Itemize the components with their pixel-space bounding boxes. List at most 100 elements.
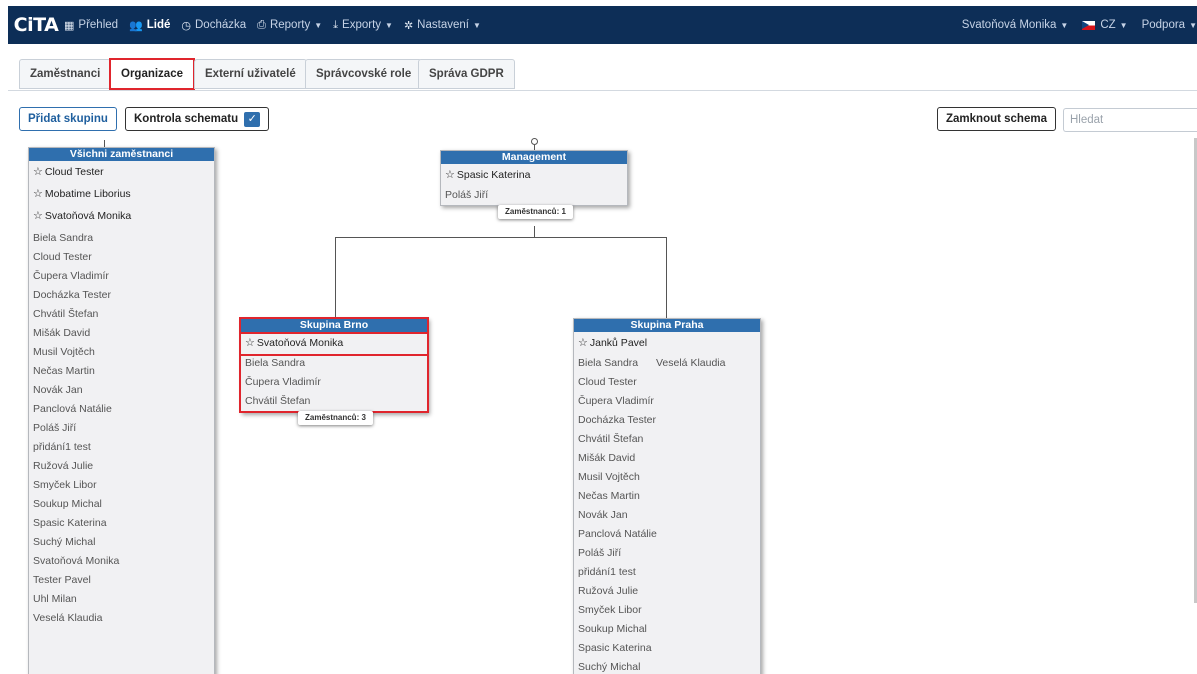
grid-icon: ▦	[64, 19, 75, 32]
group-member-row[interactable]: Svatoňová Monika	[29, 552, 214, 571]
group-member-row[interactable]: Chvátil Štefan	[574, 430, 760, 449]
person-name: Nečas Martin	[578, 490, 640, 502]
connector-pin	[531, 138, 538, 145]
person-name: Mobatime Liborius	[44, 188, 131, 200]
nav-item-lide[interactable]: 👥 Lidé	[129, 19, 170, 32]
tab-spravcovske-role[interactable]: Správcovské role	[305, 59, 423, 89]
group-member-row[interactable]: Biela Sandra	[29, 229, 214, 248]
gear-icon: ✲	[403, 19, 414, 32]
highlight-box	[239, 354, 429, 413]
nav-item-prehled[interactable]: ▦ Přehled	[64, 19, 118, 32]
group-member-row[interactable]: Novák Jan	[574, 506, 760, 525]
lock-schema-button[interactable]: Zamknout schema	[937, 107, 1056, 131]
person-name: Janků Pavel	[589, 337, 648, 349]
tab-externi-uzivatele[interactable]: Externí uživatelé	[194, 59, 307, 89]
group-member-row[interactable]: Mišák David	[29, 324, 214, 343]
person-name: přidání1 test	[33, 441, 91, 453]
person-name: Soukup Michal	[578, 623, 647, 635]
app-logo[interactable]: CiTA	[8, 6, 64, 44]
group-member-row[interactable]: Spasic Katerina	[29, 514, 214, 533]
group-member-row[interactable]: Musil Vojtěch	[29, 343, 214, 362]
group-panel-all-employees[interactable]: Všichni zaměstnanci ☆ Cloud Tester ☆ Mobati…	[28, 147, 215, 674]
group-title: Management	[441, 151, 627, 164]
person-name: Musil Vojtěch	[33, 346, 95, 358]
add-group-button[interactable]: Přidat skupinu	[19, 107, 117, 131]
group-member-row[interactable]: Spasic Katerina	[574, 639, 760, 658]
section-tabs: Zaměstnanci Organizace Externí uživatelé…	[8, 52, 1197, 91]
star-icon: ☆	[33, 188, 43, 200]
group-member-row[interactable]: Uhl Milan	[29, 590, 214, 609]
group-lead-row[interactable]: ☆ Cloud Tester	[29, 161, 214, 183]
group-member-row[interactable]: Poláš Jiří	[441, 186, 627, 205]
tab-organizace[interactable]: Organizace	[109, 58, 195, 90]
group-member-row[interactable]: Čupera Vladimír	[29, 267, 214, 286]
group-member-row[interactable]: Smyček Libor	[29, 476, 214, 495]
tab-sprava-gdpr[interactable]: Správa GDPR	[418, 59, 515, 89]
group-panel-praha[interactable]: Skupina Praha ☆ Janků Pavel Biela Sandra C…	[573, 318, 761, 674]
group-lead-row[interactable]: ☆ Svatoňová Monika	[29, 205, 214, 227]
nav-item-label: Přehled	[78, 19, 119, 31]
group-member-row[interactable]: Ružová Julie	[574, 582, 760, 601]
nav-item-nastaveni[interactable]: ✲ Nastavení ▼	[404, 19, 481, 32]
support-menu[interactable]: Podpora ▼	[1142, 19, 1197, 31]
group-members-column-2: Veselá Klaudia	[652, 354, 725, 373]
group-member-row[interactable]: Poláš Jiří	[574, 544, 760, 563]
person-name: Cloud Tester	[578, 376, 637, 388]
group-member-row[interactable]: Docházka Tester	[574, 411, 760, 430]
export-icon: ⤓	[333, 18, 339, 31]
language-menu[interactable]: CZ ▼	[1082, 19, 1128, 31]
group-member-row[interactable]: Soukup Michal	[574, 620, 760, 639]
person-name: Chvátil Štefan	[33, 308, 99, 320]
nav-right: Svatoňová Monika ▼ CZ ▼ Podpora ▼	[948, 6, 1197, 44]
person-name: Čupera Vladimír	[33, 270, 109, 282]
group-member-row[interactable]: Suchý Michal	[29, 533, 214, 552]
group-member-row[interactable]: Mišák David	[574, 449, 760, 468]
tab-zamestnanci[interactable]: Zaměstnanci	[19, 59, 112, 89]
person-name: Ružová Julie	[33, 460, 94, 472]
group-member-row[interactable]: Cloud Tester	[574, 373, 760, 392]
group-member-row[interactable]: Smyček Libor	[574, 601, 760, 620]
group-lead-row[interactable]: ☆ Spasic Katerina	[441, 164, 627, 186]
group-member-row[interactable]: Nečas Martin	[574, 487, 760, 506]
group-member-row[interactable]: Nečas Martin	[29, 362, 214, 381]
group-member-row[interactable]: Veselá Klaudia	[652, 354, 725, 373]
group-member-row[interactable]: Soukup Michal	[29, 495, 214, 514]
group-lead-row[interactable]: ☆ Mobatime Liborius	[29, 183, 214, 205]
group-member-row[interactable]: Chvátil Štefan	[29, 305, 214, 324]
group-member-row[interactable]: přidání1 test	[29, 438, 214, 457]
person-name: Spasic Katerina	[578, 642, 652, 654]
person-name: Poláš Jiří	[578, 547, 622, 559]
nav-item-exporty[interactable]: ⤓ Exporty ▼	[333, 19, 393, 32]
nav-item-dochazka[interactable]: ◷ Docházka	[181, 19, 246, 32]
group-member-row[interactable]: Novák Jan	[29, 381, 214, 400]
group-member-row[interactable]: Panclová Natálie	[29, 400, 214, 419]
search-input[interactable]	[1063, 108, 1197, 132]
group-members: Biela Sandra Cloud Tester Čupera Vladimír D…	[29, 227, 214, 628]
group-member-row[interactable]: Ružová Julie	[29, 457, 214, 476]
star-icon: ☆	[578, 337, 588, 349]
person-name: Chvátil Štefan	[578, 433, 644, 445]
group-members-area: Biela Sandra Cloud Tester Čupera Vladimír D…	[574, 354, 760, 674]
group-member-row[interactable]: Poláš Jiří	[29, 419, 214, 438]
group-member-row[interactable]: Čupera Vladimír	[574, 392, 760, 411]
group-member-row[interactable]: Veselá Klaudia	[29, 609, 214, 628]
group-lead-row[interactable]: ☆ Janků Pavel	[574, 332, 760, 354]
group-member-row[interactable]: Musil Vojtěch	[574, 468, 760, 487]
group-member-row[interactable]: Tester Pavel	[29, 571, 214, 590]
group-members: Biela Sandra Cloud Tester Čupera Vladimír D…	[574, 354, 760, 674]
nav-item-reporty[interactable]: ⎙ Reporty ▼	[257, 19, 322, 32]
group-member-row[interactable]: Panclová Natálie	[574, 525, 760, 544]
language-label: CZ	[1100, 19, 1116, 31]
person-name: Musil Vojtěch	[578, 471, 640, 483]
person-name: Novák Jan	[578, 509, 628, 521]
schema-check-toggle[interactable]: Kontrola schematu ✓	[125, 107, 270, 131]
group-panel-management[interactable]: Management ☆ Spasic Katerina Poláš Jiří	[440, 150, 628, 206]
group-member-row[interactable]: přidání1 test	[574, 563, 760, 582]
org-chart-canvas[interactable]: Všichni zaměstnanci ☆ Cloud Tester ☆ Mobati…	[8, 138, 1197, 674]
group-leads: ☆ Spasic Katerina	[441, 164, 627, 186]
user-menu[interactable]: Svatoňová Monika ▼	[962, 19, 1069, 31]
group-member-row[interactable]: Cloud Tester	[29, 248, 214, 267]
person-name: Uhl Milan	[33, 593, 77, 605]
group-member-row[interactable]: Docházka Tester	[29, 286, 214, 305]
group-member-row[interactable]: Suchý Michal	[574, 658, 760, 674]
